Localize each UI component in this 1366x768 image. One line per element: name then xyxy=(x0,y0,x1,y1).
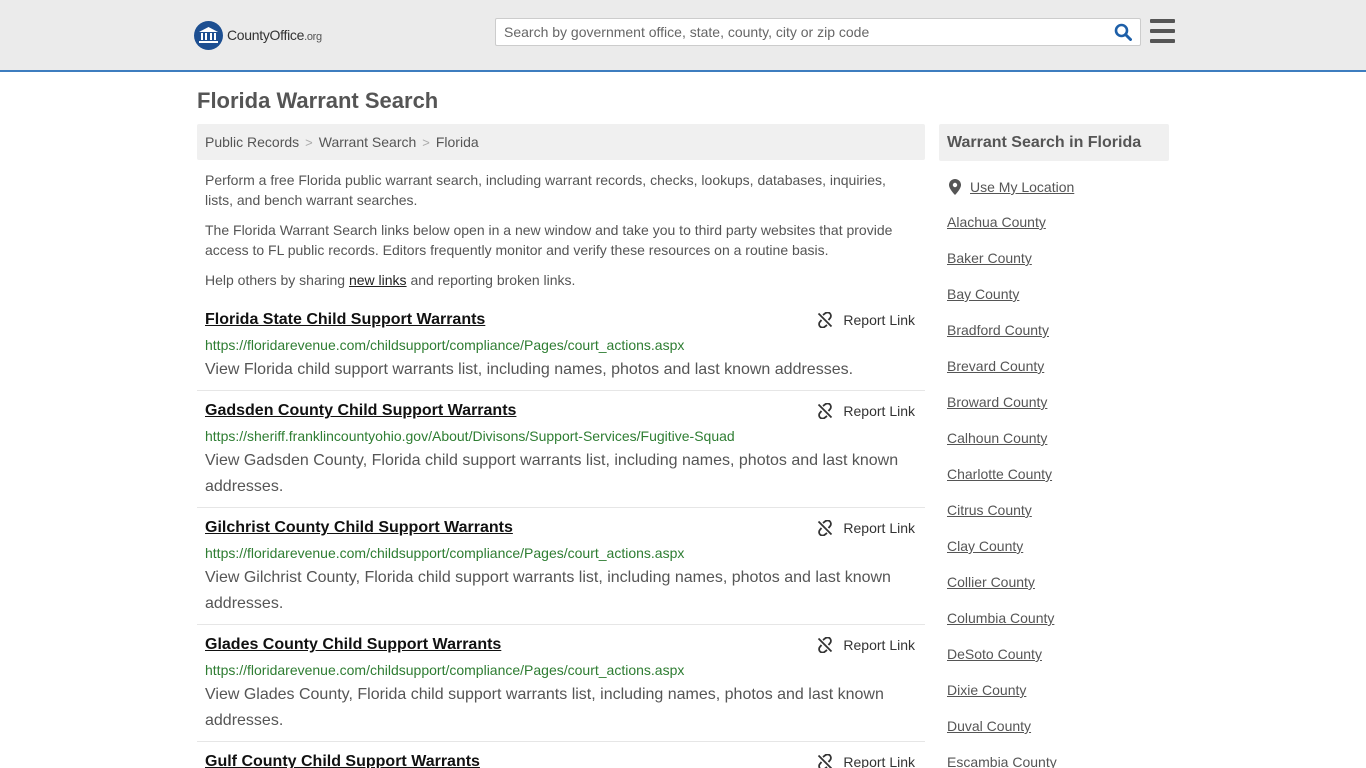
county-list-item: Alachua County xyxy=(947,214,1057,250)
county-link[interactable]: DeSoto County xyxy=(947,646,1042,662)
sidebar-heading: Warrant Search in Florida xyxy=(939,124,1169,161)
county-list-item: Baker County xyxy=(947,250,1057,286)
report-link-button[interactable]: Report Link xyxy=(817,754,915,768)
help-text: Help others by sharing xyxy=(205,272,349,288)
county-list-item: Charlotte County xyxy=(947,466,1057,502)
help-paragraph: Help others by sharing new links and rep… xyxy=(205,270,910,290)
result-description: View Glades County, Florida child suppor… xyxy=(205,686,884,729)
breadcrumb-warrant-search[interactable]: Warrant Search xyxy=(319,134,417,150)
menu-icon-bar xyxy=(1150,29,1175,33)
county-list-item: Escambia County xyxy=(947,754,1057,768)
broken-link-icon xyxy=(818,520,833,536)
location-pin-icon xyxy=(949,179,961,195)
county-link[interactable]: Escambia County xyxy=(947,754,1057,768)
county-link[interactable]: Brevard County xyxy=(947,358,1044,374)
county-list-item: DeSoto County xyxy=(947,646,1057,682)
report-link-label: Report Link xyxy=(843,520,915,536)
search-icon xyxy=(1114,23,1132,41)
result-item: Gulf County Child Support Warrants Repor… xyxy=(197,753,925,768)
county-link[interactable]: Duval County xyxy=(947,718,1031,734)
report-link-label: Report Link xyxy=(843,403,915,419)
page-title: Florida Warrant Search xyxy=(197,88,439,113)
county-link[interactable]: Dixie County xyxy=(947,682,1026,698)
report-link-label: Report Link xyxy=(843,312,915,328)
breadcrumb: Public Records > Warrant Search > Florid… xyxy=(197,124,925,160)
result-url[interactable]: https://sheriff.franklincountyohio.gov/A… xyxy=(205,428,735,444)
result-url[interactable]: https://floridarevenue.com/childsupport/… xyxy=(205,662,684,678)
county-link[interactable]: Calhoun County xyxy=(947,430,1047,446)
county-link[interactable]: Baker County xyxy=(947,250,1032,266)
result-url[interactable]: https://floridarevenue.com/childsupport/… xyxy=(205,545,684,561)
logo-badge-icon xyxy=(194,20,223,50)
county-list-item: Bay County xyxy=(947,286,1057,322)
site-logo[interactable]: CountyOffice.org xyxy=(194,20,322,50)
use-my-location-link[interactable]: Use My Location xyxy=(970,179,1074,195)
report-link-label: Report Link xyxy=(843,754,915,768)
broken-link-icon xyxy=(818,637,833,653)
county-list-item: Duval County xyxy=(947,718,1057,754)
search-input[interactable] xyxy=(496,19,1106,45)
result-title-link[interactable]: Gadsden County Child Support Warrants xyxy=(205,402,516,420)
breadcrumb-public-records[interactable]: Public Records xyxy=(205,134,299,150)
top-bar: CountyOffice.org xyxy=(0,0,1366,72)
intro-paragraph: The Florida Warrant Search links below o… xyxy=(205,222,893,258)
county-list-item: Dixie County xyxy=(947,682,1057,718)
broken-link-icon xyxy=(818,312,833,328)
use-my-location: Use My Location xyxy=(949,179,1074,195)
county-link[interactable]: Columbia County xyxy=(947,610,1054,626)
county-link[interactable]: Citrus County xyxy=(947,502,1032,518)
result-title-link[interactable]: Glades County Child Support Warrants xyxy=(205,636,501,654)
county-list-item: Broward County xyxy=(947,394,1057,430)
broken-link-icon xyxy=(818,403,833,419)
report-link-button[interactable]: Report Link xyxy=(817,520,915,536)
logo-text-main: CountyOffice xyxy=(227,27,305,43)
help-text: and reporting broken links. xyxy=(406,272,576,288)
county-link[interactable]: Charlotte County xyxy=(947,466,1052,482)
county-link[interactable]: Bay County xyxy=(947,286,1019,302)
report-link-button[interactable]: Report Link xyxy=(817,637,915,653)
result-item: Florida State Child Support Warrants Rep… xyxy=(197,311,925,391)
logo-text: CountyOffice.org xyxy=(227,27,322,43)
broken-link-icon xyxy=(818,754,833,768)
result-item: Glades County Child Support Warrants Rep… xyxy=(197,636,925,742)
breadcrumb-florida[interactable]: Florida xyxy=(436,134,479,150)
menu-icon[interactable] xyxy=(1150,19,1175,43)
breadcrumb-separator: > xyxy=(305,134,313,150)
county-list: Alachua County Baker County Bay County B… xyxy=(947,214,1057,768)
search-button[interactable] xyxy=(1112,22,1134,42)
county-list-item: Clay County xyxy=(947,538,1057,574)
county-list-item: Bradford County xyxy=(947,322,1057,358)
result-description: View Gilchrist County, Florida child sup… xyxy=(205,569,891,612)
result-title-link[interactable]: Gulf County Child Support Warrants xyxy=(205,753,480,768)
menu-icon-bar xyxy=(1150,39,1175,43)
county-list-item: Collier County xyxy=(947,574,1057,610)
county-list-item: Calhoun County xyxy=(947,430,1057,466)
report-link-label: Report Link xyxy=(843,637,915,653)
result-title-link[interactable]: Gilchrist County Child Support Warrants xyxy=(205,519,513,537)
county-list-item: Brevard County xyxy=(947,358,1057,394)
county-link[interactable]: Clay County xyxy=(947,538,1023,554)
county-link[interactable]: Broward County xyxy=(947,394,1047,410)
new-links-link[interactable]: new links xyxy=(349,272,407,288)
result-url[interactable]: https://floridarevenue.com/childsupport/… xyxy=(205,337,684,353)
county-link[interactable]: Alachua County xyxy=(947,214,1046,230)
result-title-link[interactable]: Florida State Child Support Warrants xyxy=(205,311,485,329)
intro-paragraph: Perform a free Florida public warrant se… xyxy=(205,172,886,208)
county-link[interactable]: Bradford County xyxy=(947,322,1049,338)
result-description: View Gadsden County, Florida child suppo… xyxy=(205,452,899,495)
result-item: Gilchrist County Child Support Warrants … xyxy=(197,519,925,625)
county-link[interactable]: Collier County xyxy=(947,574,1035,590)
report-link-button[interactable]: Report Link xyxy=(817,403,915,419)
logo-text-tld: .org xyxy=(304,31,322,43)
result-item: Gadsden County Child Support Warrants Re… xyxy=(197,402,925,508)
county-list-item: Columbia County xyxy=(947,610,1057,646)
search-box xyxy=(495,18,1141,46)
result-description: View Florida child support warrants list… xyxy=(205,361,854,378)
report-link-button[interactable]: Report Link xyxy=(817,312,915,328)
breadcrumb-separator: > xyxy=(422,134,430,150)
county-list-item: Citrus County xyxy=(947,502,1057,538)
menu-icon-bar xyxy=(1150,19,1175,23)
